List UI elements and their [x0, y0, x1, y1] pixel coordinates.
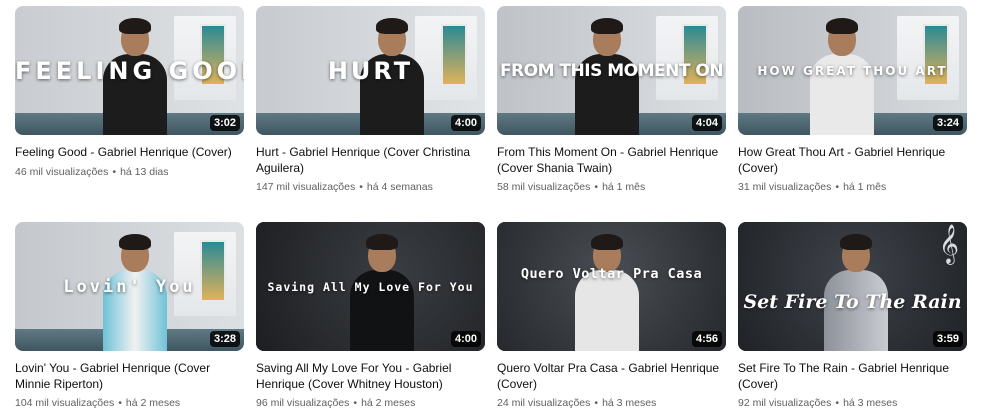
duration-badge: 4:04 — [691, 115, 722, 131]
thumbnail-overlay-text: Set Fire To The Rain — [743, 290, 962, 313]
view-count: 104 mil visualizações — [15, 397, 115, 409]
video-title[interactable]: Quero Voltar Pra Casa - Gabriel Henrique… — [497, 361, 726, 392]
view-count: 24 mil visualizações — [497, 397, 591, 409]
video-title[interactable]: Set Fire To The Rain - Gabriel Henrique … — [738, 361, 967, 392]
treble-clef-icon: 𝄞 — [938, 224, 959, 264]
video-thumbnail[interactable]: FEELING GOOD 3:02 — [15, 6, 244, 135]
video-card[interactable]: FEELING GOOD 3:02 Feeling Good - Gabriel… — [15, 6, 244, 179]
video-meta: 31 mil visualizações • há 1 mês — [738, 180, 967, 194]
meta-separator: • — [835, 181, 840, 193]
duration-badge: 3:59 — [932, 331, 963, 347]
upload-age: há 13 dias — [120, 165, 169, 178]
view-count: 147 mil visualizações — [256, 181, 356, 193]
upload-age: há 1 mês — [602, 181, 646, 193]
video-thumbnail[interactable]: FROM THIS MOMENT ON 4:04 — [497, 6, 726, 135]
video-meta: 92 mil visualizações • há 3 meses — [738, 396, 967, 410]
duration-badge: 4:00 — [450, 331, 481, 347]
video-meta: 24 mil visualizações • há 3 meses — [497, 396, 726, 410]
duration-badge: 3:02 — [209, 115, 240, 131]
video-thumbnail[interactable]: HURT 4:00 — [256, 6, 485, 135]
video-title[interactable]: Saving All My Love For You - Gabriel Hen… — [256, 361, 485, 392]
video-title[interactable]: Lovin' You - Gabriel Henrique (Cover Min… — [15, 361, 244, 392]
video-card[interactable]: FROM THIS MOMENT ON 4:04 From This Momen… — [497, 6, 726, 194]
thumbnail-overlay-text: Lovin' You — [63, 276, 196, 297]
view-count: 92 mil visualizações — [738, 397, 832, 409]
video-thumbnail[interactable]: 𝄞 Set Fire To The Rain 3:59 — [738, 222, 967, 351]
singer-figure — [806, 18, 876, 135]
view-count: 96 mil visualizações — [256, 397, 350, 409]
upload-age: há 2 meses — [125, 397, 181, 409]
video-meta: 46 mil visualizações • há 13 dias — [15, 165, 244, 179]
singer-figure — [346, 234, 416, 351]
video-title[interactable]: From This Moment On - Gabriel Henrique (… — [497, 145, 726, 176]
upload-age: há 1 mês — [843, 181, 887, 193]
meta-separator: • — [594, 397, 599, 409]
thumbnail-overlay-text: HOW GREAT THOU ART — [757, 63, 948, 78]
video-card[interactable]: Quero Voltar Pra Casa 4:56 Quero Voltar … — [497, 222, 726, 410]
upload-age: há 3 meses — [602, 397, 657, 409]
upload-age: há 3 meses — [843, 397, 898, 409]
video-meta: 147 mil visualizações • há 4 semanas — [256, 180, 485, 194]
video-grid: FEELING GOOD 3:02 Feeling Good - Gabriel… — [0, 0, 984, 415]
video-card[interactable]: HOW GREAT THOU ART 3:24 How Great Thou A… — [738, 6, 967, 194]
meta-separator: • — [353, 397, 358, 409]
duration-badge: 3:24 — [932, 115, 963, 131]
meta-separator: • — [359, 181, 363, 193]
video-card[interactable]: Lovin' You 3:28 Lovin' You - Gabriel Hen… — [15, 222, 244, 410]
video-card[interactable]: 𝄞 Set Fire To The Rain 3:59 Set Fire To … — [738, 222, 967, 410]
video-title[interactable]: Hurt - Gabriel Henrique (Cover Christina… — [256, 145, 485, 176]
thumbnail-overlay-text: HURT — [327, 56, 414, 85]
video-meta: 58 mil visualizações • há 1 mês — [497, 180, 726, 194]
duration-badge: 4:56 — [691, 331, 722, 347]
meta-separator: • — [835, 397, 840, 409]
upload-age: há 2 meses — [361, 397, 416, 409]
duration-badge: 3:28 — [209, 331, 240, 347]
singer-figure — [571, 234, 641, 351]
view-count: 58 mil visualizações — [497, 181, 591, 193]
upload-age: há 4 semanas — [366, 181, 433, 193]
video-thumbnail[interactable]: Lovin' You 3:28 — [15, 222, 244, 351]
video-card[interactable]: HURT 4:00 Hurt - Gabriel Henrique (Cover… — [256, 6, 485, 194]
thumbnail-overlay-text: FROM THIS MOMENT ON — [499, 60, 724, 81]
meta-separator: • — [118, 397, 122, 409]
video-thumbnail[interactable]: Quero Voltar Pra Casa 4:56 — [497, 222, 726, 351]
video-card[interactable]: Saving All My Love For You 4:00 Saving A… — [256, 222, 485, 410]
video-title[interactable]: How Great Thou Art - Gabriel Henrique (C… — [738, 145, 967, 176]
thumbnail-overlay-text: FEELING GOOD — [15, 56, 244, 85]
thumbnail-overlay-text: Quero Voltar Pra Casa — [520, 265, 703, 282]
meta-separator: • — [112, 165, 117, 178]
meta-separator: • — [594, 181, 599, 193]
video-title[interactable]: Feeling Good - Gabriel Henrique (Cover) — [15, 145, 244, 161]
duration-badge: 4:00 — [450, 115, 481, 131]
video-meta: 96 mil visualizações • há 2 meses — [256, 396, 485, 410]
thumbnail-overlay-text: Saving All My Love For You — [267, 279, 474, 294]
video-thumbnail[interactable]: HOW GREAT THOU ART 3:24 — [738, 6, 967, 135]
view-count: 46 mil visualizações — [15, 165, 109, 178]
view-count: 31 mil visualizações — [738, 181, 832, 193]
video-thumbnail[interactable]: Saving All My Love For You 4:00 — [256, 222, 485, 351]
video-meta: 104 mil visualizações • há 2 meses — [15, 396, 244, 410]
